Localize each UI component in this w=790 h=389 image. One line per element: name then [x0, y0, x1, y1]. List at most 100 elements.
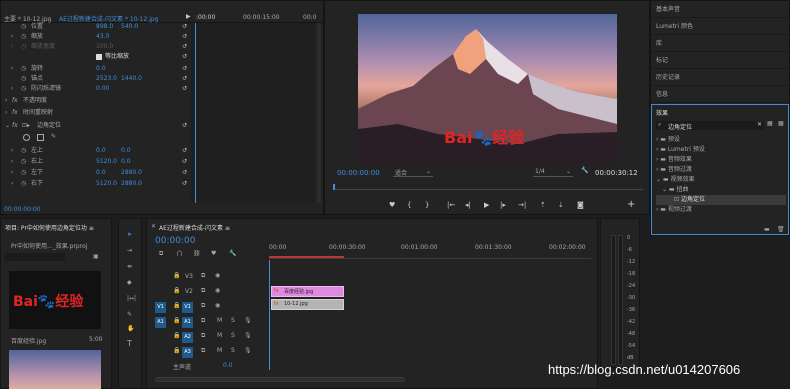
trash-icon[interactable]: 🗑 [777, 226, 785, 233]
expand-icon[interactable]: › [5, 96, 7, 106]
sync-lock-icon[interactable]: ⧉ [201, 302, 205, 310]
new-item-icon[interactable]: ▣ [93, 253, 99, 260]
mark-out-icon[interactable]: } [425, 201, 429, 209]
master-value[interactable]: 0.0 [223, 362, 233, 369]
tree-item-corner-pin[interactable]: ⊡ 边角定位 [656, 195, 786, 205]
stopwatch-icon[interactable]: ◷ [21, 157, 26, 167]
property-value[interactable]: 5120.0 [96, 157, 117, 167]
mute-button[interactable]: M [217, 317, 222, 324]
sync-lock-icon[interactable]: ⧉ [201, 332, 205, 340]
fit-dropdown[interactable]: 适合 ⌄ [393, 167, 433, 177]
linked-icon[interactable]: ⛓ [193, 250, 201, 257]
playhead-line[interactable] [269, 260, 270, 370]
panel-item-markers[interactable]: 标记 [651, 52, 789, 69]
step-back-icon[interactable]: ◂| [465, 201, 471, 209]
sync-lock-icon[interactable]: ⧉ [201, 272, 205, 280]
effect-timecode[interactable]: 00:00:00:00 [4, 206, 41, 213]
stopwatch-icon[interactable]: ◷ [21, 42, 26, 52]
pen-tool-icon[interactable]: ✎ [127, 311, 132, 318]
clear-search-icon[interactable]: ✕ [757, 121, 762, 128]
panel-item-history[interactable]: 历史记录 [651, 69, 789, 86]
tree-item-lumetri-presets[interactable]: › ▬ Lumetri 预设 [656, 145, 786, 155]
reset-icon[interactable]: ↺ [182, 84, 187, 94]
clip-baidu[interactable]: fx 百度经验.jpg [271, 286, 344, 297]
project-title[interactable]: 项目: Pr中如何使用边角定位功 ≡ [5, 223, 94, 232]
stopwatch-icon[interactable]: ◷ [21, 146, 26, 156]
hand-tool-icon[interactable]: ✋ [127, 325, 134, 332]
mute-button[interactable]: M [217, 347, 222, 354]
lock-icon[interactable]: 🔒 [173, 332, 180, 339]
lock-icon[interactable]: 🔒 [173, 347, 180, 354]
property-value[interactable]: 43.0 [96, 32, 109, 42]
panel-item-info[interactable]: 信息 [651, 86, 789, 103]
extract-icon[interactable]: ⇣ [558, 201, 564, 209]
marker-icon[interactable]: ♥ [389, 201, 395, 209]
mic-icon[interactable]: 🎙 [244, 332, 252, 339]
lift-icon[interactable]: ⇡ [540, 201, 546, 209]
solo-button[interactable]: S [231, 332, 235, 339]
playhead-line[interactable] [195, 23, 196, 203]
effect-keyframe-area[interactable] [191, 23, 315, 203]
stopwatch-icon[interactable]: ◷ [21, 22, 26, 32]
tree-item-video-effects[interactable]: ⌄ ▬ 视频效果 [656, 175, 786, 185]
reset-icon[interactable]: ↺ [182, 179, 187, 189]
property-value[interactable]: 0.0 [96, 168, 106, 178]
type-tool-icon[interactable]: T [127, 339, 132, 348]
program-timecode[interactable]: 00:00:00:00 [337, 169, 380, 177]
scrubber-playhead[interactable] [333, 184, 335, 190]
rect-mask-icon[interactable] [37, 134, 44, 141]
stopwatch-icon[interactable]: ◷ [21, 168, 26, 178]
panel-item-lumetri-color[interactable]: Lumetri 颜色 [651, 18, 789, 35]
track-select-tool-icon[interactable]: ⇥ [127, 247, 132, 254]
add-button[interactable]: + [627, 199, 635, 210]
step-forward-icon[interactable]: |▸ [500, 201, 506, 209]
fx-icon[interactable]: fx [12, 108, 18, 118]
pen-mask-icon[interactable]: ✎ [51, 132, 56, 142]
slip-tool-icon[interactable]: |↔| [127, 295, 136, 302]
selection-tool-icon[interactable]: ➤ [127, 231, 132, 238]
reset-icon[interactable]: ↺ [182, 157, 187, 167]
search-box[interactable] [5, 253, 65, 261]
wrench-icon[interactable]: 🔧 [229, 250, 236, 257]
stopwatch-icon[interactable]: ◷ [21, 64, 26, 74]
timeline-hscroll[interactable] [155, 377, 405, 382]
lock-icon[interactable]: 🔒 [173, 272, 180, 279]
razor-tool-icon[interactable]: ◆ [127, 279, 132, 286]
work-area-bar[interactable] [269, 256, 344, 258]
panel-item-essential-sound[interactable]: 基本声音 [651, 1, 789, 18]
stopwatch-icon[interactable]: ◷ [21, 74, 26, 84]
eye-icon[interactable]: ◉ [215, 272, 220, 279]
reset-icon[interactable]: ↺ [182, 52, 187, 62]
clip-thumbnail[interactable]: Bai🐾经验 [9, 271, 101, 329]
track-label[interactable]: A2 [182, 332, 193, 343]
play-icon[interactable]: ▶ [186, 13, 191, 20]
timeline-title[interactable]: AE过程新建合成-闪文素 ≡ [159, 223, 230, 232]
solo-button[interactable]: S [231, 347, 235, 354]
stopwatch-icon[interactable]: ◷ [21, 32, 26, 42]
tree-item-presets[interactable]: › ▬ 预设 [656, 135, 786, 145]
program-scrubber[interactable] [333, 184, 643, 190]
property-value[interactable]: 0.0 [96, 146, 106, 156]
property-value[interactable]: 5120.0 [96, 179, 117, 189]
effect-row[interactable]: › fx 不透明度 [1, 96, 185, 106]
mark-in-icon[interactable]: { [407, 201, 411, 209]
ellipse-mask-icon[interactable] [23, 134, 30, 141]
property-value[interactable]: 2523.0 [96, 74, 117, 84]
reset-icon[interactable]: ↺ [182, 168, 187, 178]
tree-item-audio-effects[interactable]: › ▬ 音频效果 [656, 155, 786, 165]
nest-icon[interactable]: ⧉ [159, 250, 163, 258]
expand-icon[interactable]: › [11, 42, 13, 52]
tree-item-distort[interactable]: ⌄ ▬ 扭曲 [656, 185, 786, 195]
new-bin-icon[interactable]: ▬ [764, 226, 770, 233]
reset-icon[interactable]: ↺ [182, 32, 187, 42]
property-value[interactable]: 0.0 [96, 64, 106, 74]
play-button[interactable]: ▶ [484, 201, 489, 209]
tracks-area[interactable]: fx 百度经验.jpg fx 10-12.jpg [269, 260, 591, 370]
reset-icon[interactable]: ↺ [182, 146, 187, 156]
effect-scrollbar[interactable] [317, 23, 321, 203]
fx-icon[interactable]: fx [12, 121, 18, 131]
sync-lock-icon[interactable]: ⧉ [201, 347, 205, 355]
expand-icon[interactable]: › [5, 108, 7, 118]
quality-dropdown[interactable]: 1/4 ⌄ [533, 167, 573, 177]
reset-icon[interactable]: ↺ [182, 64, 187, 74]
